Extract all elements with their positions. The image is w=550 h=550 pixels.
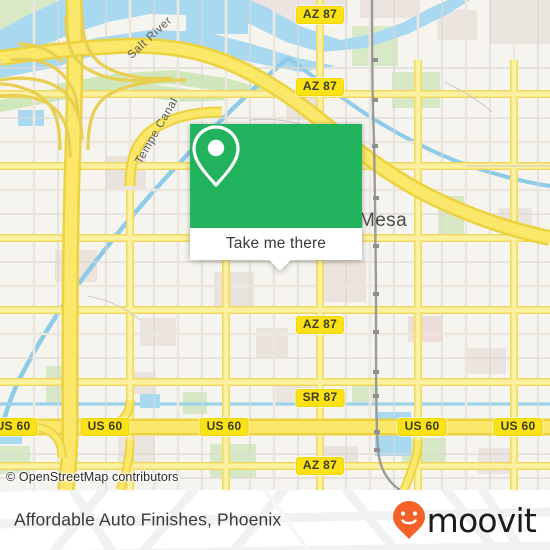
- card-footer[interactable]: Take me there: [190, 228, 362, 271]
- map-page: Mesa Salt River Tempe Canal AZ 87 AZ 87 …: [0, 0, 550, 550]
- map-canvas[interactable]: Mesa Salt River Tempe Canal AZ 87 AZ 87 …: [0, 0, 550, 490]
- shield-sr-87: SR 87: [295, 389, 345, 407]
- moovit-pin-smiley-icon: [392, 501, 425, 539]
- take-me-there-label: Take me there: [225, 235, 327, 252]
- shield-us-60-4: US 60: [397, 418, 447, 436]
- card-header: [190, 124, 362, 228]
- shield-az-87-4: AZ 87: [295, 457, 345, 475]
- map-label-mesa: Mesa: [358, 210, 408, 231]
- place-title: Affordable Auto Finishes, Phoenix: [14, 509, 282, 530]
- map-pin-icon: [192, 125, 240, 187]
- shield-az-87-2: AZ 87: [295, 78, 345, 96]
- shield-us-60-5: US 60: [493, 418, 543, 436]
- card-pointer: [269, 260, 291, 271]
- shield-az-87-1: AZ 87: [295, 6, 345, 24]
- shield-us-60-2: US 60: [80, 418, 130, 436]
- shield-az-87-3: AZ 87: [295, 316, 345, 334]
- osm-attribution[interactable]: © OpenStreetMap contributors: [6, 470, 179, 484]
- shield-us-60-1: US 60: [0, 418, 38, 436]
- shield-us-60-3: US 60: [199, 418, 249, 436]
- bottom-info-bar: Affordable Auto Finishes, Phoenix moovit: [0, 490, 550, 550]
- moovit-wordmark: moovit: [426, 500, 537, 540]
- destination-card[interactable]: Take me there: [190, 124, 362, 271]
- moovit-logo[interactable]: moovit: [392, 500, 537, 540]
